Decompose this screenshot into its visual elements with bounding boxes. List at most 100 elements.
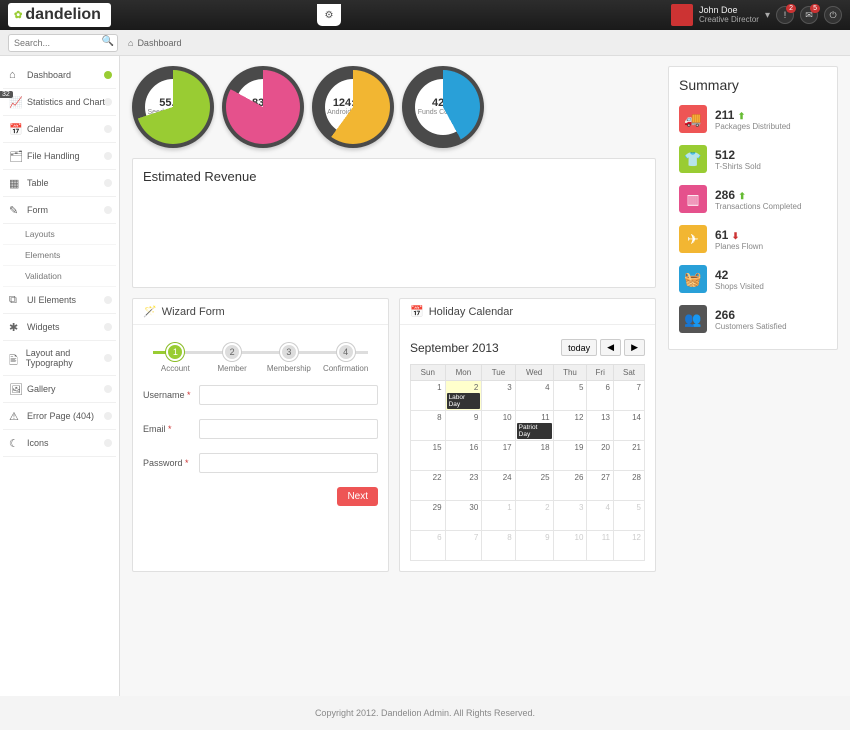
calendar-table: SunMonTueWedThuFriSat 12Labor Day3456789… — [410, 364, 645, 561]
calendar-cell[interactable]: 29 — [411, 501, 446, 531]
calendar-cell[interactable]: 11Patriot Day — [515, 411, 553, 441]
calendar-cell[interactable]: 18 — [515, 441, 553, 471]
sidebar-sub-layouts[interactable]: Layouts — [3, 224, 116, 245]
sidebar-label: Form — [27, 205, 48, 215]
sidebar-item-statistics-and-charts[interactable]: 32📈Statistics and Charts — [3, 89, 116, 116]
calendar-cell[interactable]: 15 — [411, 441, 446, 471]
today-button[interactable]: today — [561, 339, 597, 356]
sidebar-item-gallery[interactable]: 🖼Gallery — [3, 376, 116, 403]
brand-text: dandelion — [25, 6, 101, 24]
calendar-cell[interactable]: 27 — [587, 471, 614, 501]
calendar-cell[interactable]: 14 — [614, 411, 645, 441]
sidebar-icon: ⧉ — [9, 294, 21, 306]
calendar-cell[interactable]: 3 — [553, 501, 587, 531]
calendar-cell[interactable]: 26 — [553, 471, 587, 501]
calendar-event[interactable]: Labor Day — [447, 393, 481, 409]
next-button[interactable]: Next — [337, 487, 378, 506]
wizard-step-member[interactable]: 2Member — [204, 343, 261, 373]
calendar-cell[interactable]: 21 — [614, 441, 645, 471]
calendar-cell[interactable]: 1 — [411, 381, 446, 411]
summary-label: T-Shirts Sold — [715, 162, 761, 171]
calendar-cell[interactable]: 7 — [614, 381, 645, 411]
summary-label: Customers Satisfied — [715, 322, 787, 331]
sidebar-item-error-page-[interactable]: ⚠Error Page (404) — [3, 403, 116, 430]
sidebar-item-widgets[interactable]: ✱Widgets — [3, 314, 116, 341]
calendar-cell[interactable]: 13 — [587, 411, 614, 441]
chevron-down-icon[interactable]: ▾ — [765, 10, 770, 21]
form-row-username: Username * — [143, 385, 378, 405]
calendar-cell[interactable]: 16 — [445, 441, 482, 471]
email-input[interactable] — [199, 419, 378, 439]
calendar-cell[interactable]: 4 — [587, 501, 614, 531]
wizard-step-account[interactable]: 1Account — [147, 343, 204, 373]
wand-icon: 🪄 — [143, 305, 157, 318]
calendar-cell[interactable]: 23 — [445, 471, 482, 501]
calendar-cell[interactable]: 9 — [445, 411, 482, 441]
sidebar-item-icons[interactable]: ☾Icons — [3, 430, 116, 457]
calendar-cell[interactable]: 5 — [614, 501, 645, 531]
calendar-cell[interactable]: 9 — [515, 531, 553, 561]
sidebar-sub-elements[interactable]: Elements — [3, 245, 116, 266]
calendar-cell[interactable]: 24 — [482, 471, 515, 501]
calendar-cell[interactable]: 2Labor Day — [445, 381, 482, 411]
calendar-cell[interactable]: 28 — [614, 471, 645, 501]
user-name: John Doe — [699, 5, 759, 15]
summary-value: 211 ⬆ — [715, 108, 791, 122]
power-button[interactable]: ⏻ — [824, 6, 842, 24]
sidebar-icon: ✱ — [9, 321, 21, 333]
calendar-cell[interactable]: 4 — [515, 381, 553, 411]
calendar-cell[interactable]: 22 — [411, 471, 446, 501]
calendar-cell[interactable]: 8 — [411, 411, 446, 441]
calendar-cell[interactable]: 3 — [482, 381, 515, 411]
password-input[interactable] — [199, 453, 378, 473]
sidebar-label: Gallery — [27, 384, 56, 394]
username-input[interactable] — [199, 385, 378, 405]
prev-month-button[interactable]: ◀ — [600, 339, 621, 356]
sidebar-item-table[interactable]: ▦Table — [3, 170, 116, 197]
calendar-cell[interactable]: 10 — [553, 531, 587, 561]
sidebar-item-form[interactable]: ✎Form — [3, 197, 116, 224]
form-row-email: Email * — [143, 419, 378, 439]
calendar-cell[interactable]: 11 — [587, 531, 614, 561]
breadcrumb-label: Dashboard — [137, 38, 181, 48]
header-settings-tab[interactable]: ⚙ — [317, 4, 341, 26]
user-avatar[interactable] — [671, 4, 693, 26]
calendar-cell[interactable]: 1 — [482, 501, 515, 531]
user-info[interactable]: John Doe Creative Director — [699, 5, 759, 25]
search-icon[interactable]: 🔍 — [102, 36, 114, 47]
calendar-cell[interactable]: 12 — [553, 411, 587, 441]
calendar-cell[interactable]: 25 — [515, 471, 553, 501]
sidebar-item-file-handling[interactable]: 🗂File Handling — [3, 143, 116, 170]
sidebar-item-layout-and-typography[interactable]: 🖹Layout and Typography — [3, 341, 116, 376]
summary-item: 🚚211 ⬆Packages Distributed — [679, 99, 827, 139]
messages-button[interactable]: ✉5 — [800, 6, 818, 24]
sidebar-sub-validation[interactable]: Validation — [3, 266, 116, 287]
alerts-button[interactable]: !2 — [776, 6, 794, 24]
calendar-cell[interactable]: 7 — [445, 531, 482, 561]
breadcrumb[interactable]: ⌂ Dashboard — [128, 38, 181, 48]
calendar-event[interactable]: Patriot Day — [517, 423, 552, 439]
wizard-step-confirmation[interactable]: 4Confirmation — [317, 343, 374, 373]
calendar-cell[interactable]: 8 — [482, 531, 515, 561]
wizard-step-membership[interactable]: 3Membership — [261, 343, 318, 373]
calendar-cell[interactable]: 5 — [553, 381, 587, 411]
summary-panel: Summary 🚚211 ⬆Packages Distributed👕512 T… — [668, 66, 838, 350]
calendar-cell[interactable]: 12 — [614, 531, 645, 561]
logo-petal-icon: ✿ — [14, 10, 22, 21]
calendar-cell[interactable]: 10 — [482, 411, 515, 441]
sidebar-item-ui-elements[interactable]: ⧉UI Elements — [3, 287, 116, 314]
revenue-title: Estimated Revenue — [143, 169, 645, 184]
sidebar-item-calendar[interactable]: 📅Calendar — [3, 116, 116, 143]
calendar-cell[interactable]: 17 — [482, 441, 515, 471]
calendar-cell[interactable]: 30 — [445, 501, 482, 531]
calendar-cell[interactable]: 6 — [411, 531, 446, 561]
next-month-button[interactable]: ▶ — [624, 339, 645, 356]
sidebar-label: Error Page (404) — [27, 411, 94, 421]
calendar-cell[interactable]: 2 — [515, 501, 553, 531]
sidebar-item-dashboard[interactable]: ⌂Dashboard — [3, 62, 116, 89]
calendar-cell[interactable]: 19 — [553, 441, 587, 471]
expand-dot-icon — [104, 206, 112, 214]
calendar-cell[interactable]: 20 — [587, 441, 614, 471]
brand-logo[interactable]: ✿ dandelion — [8, 3, 111, 27]
calendar-cell[interactable]: 6 — [587, 381, 614, 411]
